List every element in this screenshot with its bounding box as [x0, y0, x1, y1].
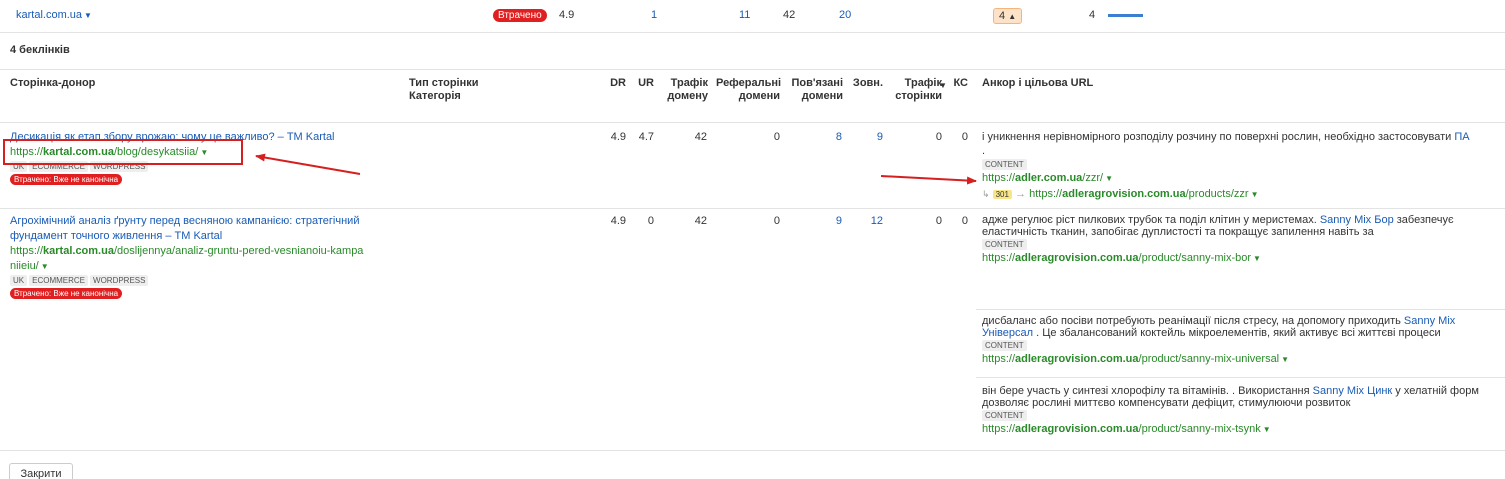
tag-platform: ECOMMERCE	[29, 275, 89, 286]
anchor-text: дисбаланс або посіви потребують реанімац…	[982, 315, 1401, 327]
cell-ext[interactable]: 12	[850, 214, 883, 229]
cell-dr: 4.9	[610, 131, 626, 143]
chevron-down-icon[interactable]: ▼	[1281, 352, 1289, 368]
anchor-divider	[976, 309, 1505, 310]
cell-dr: 4.9	[610, 215, 626, 227]
cell-traffic-domain: 42	[694, 131, 707, 143]
table-header: Сторінка-донор Тип сторінки Категорія DR …	[0, 69, 1505, 123]
cell-kc: 0	[961, 131, 968, 143]
anchor-link[interactable]: Sanny Mix Цинк	[1313, 385, 1393, 397]
anchor-text: у хелатній форм	[1395, 385, 1479, 397]
target-url-link[interactable]: https://adler.com.ua/zzr/▼	[982, 170, 1505, 187]
donor-url-link[interactable]: https://kartal.com.ua/doslijennya/analiz…	[10, 244, 400, 274]
arrow-right-icon: →	[1015, 188, 1027, 200]
sort-desc-icon: ▼	[939, 81, 947, 90]
target-url-link[interactable]: https://adleragrovision.com.ua/product/s…	[982, 351, 1505, 368]
header-traffic-domain[interactable]: Трафік домену	[660, 77, 708, 103]
header-kc[interactable]: КС	[948, 77, 968, 90]
domain-dr: 4.9	[559, 9, 575, 21]
anchor-text-end: .	[982, 145, 986, 157]
cell-linked-domains[interactable]: 9	[790, 214, 842, 229]
anchor-link[interactable]: ПА	[1454, 131, 1469, 143]
cell-traffic-page: 0	[935, 215, 942, 227]
anchor-divider	[976, 377, 1505, 378]
chevron-down-icon[interactable]: ▼	[1251, 188, 1259, 202]
chevron-down-icon[interactable]: ▼	[1105, 171, 1113, 187]
anchor-link[interactable]: Універсал	[982, 327, 1033, 339]
header-anchor: Анкор і цільова URL	[982, 77, 1094, 89]
section-title: 4 беклінків	[10, 44, 70, 56]
header-ref-domains[interactable]: Реферальні домени	[716, 77, 781, 103]
chevron-down-icon[interactable]: ▼	[1253, 251, 1261, 267]
chevron-up-icon: ▲	[1008, 12, 1017, 21]
cell-linked-domains[interactable]: 8	[790, 130, 842, 145]
donor-cell: Агрохімічний аналіз ґрунту перед весняно…	[10, 214, 400, 301]
cell-ur: 4.7	[638, 131, 654, 143]
count-bar	[1108, 14, 1143, 17]
cell-traffic-domain: 42	[694, 215, 707, 227]
anchor-text: і уникнення нерівномірного розподілу роз…	[982, 131, 1452, 143]
tag-cms: WORDPRESS	[90, 275, 149, 286]
header-ur[interactable]: UR	[632, 77, 654, 90]
anchor-text: еластичність тканин, запобігає дуплистос…	[982, 226, 1374, 238]
target-url-link[interactable]: https://adleragrovision.com.ua/product/s…	[982, 250, 1505, 267]
content-tag: CONTENT	[982, 410, 1027, 421]
header-dr[interactable]: DR	[600, 77, 626, 90]
backlink-count-toggle[interactable]: 4 ▲	[993, 8, 1023, 24]
domain-value-1[interactable]: 1	[651, 9, 657, 21]
redirect-url-link[interactable]: https://adleragrovision.com.ua/products/…	[1029, 188, 1258, 200]
lost-status-badge: Втрачено	[493, 9, 547, 22]
anchor-text: забезпечує	[1396, 214, 1454, 226]
redirect-code-badge: 301	[992, 190, 1012, 199]
domain-value-3: 42	[783, 9, 796, 21]
cell-ext[interactable]: 9	[850, 130, 883, 145]
anchor-link[interactable]: Sanny Mix Бор	[1320, 214, 1394, 226]
close-button[interactable]: Закрити	[9, 463, 73, 479]
anchor-text: . Це збалансований коктейль мікроелемент…	[1036, 327, 1441, 339]
chevron-down-icon[interactable]: ▼	[41, 259, 49, 274]
header-linked-domains[interactable]: Пов'язані домени	[790, 77, 843, 103]
cell-ur: 0	[647, 215, 654, 227]
tag-lang: UK	[10, 275, 28, 286]
header-traffic-page[interactable]: Трафік сторінки ▼	[890, 77, 947, 103]
domain-count: 4	[1089, 9, 1096, 21]
lost-reason-badge: Втрачено: Вже не канонічна	[10, 288, 123, 299]
anchor-block: дисбаланс або посіви потребують реанімац…	[982, 315, 1505, 368]
anchor-text: він бере участь у синтезі хлорофілу та в…	[982, 385, 1310, 397]
page-tags: UK ECOMMERCE WORDPRESS	[10, 275, 400, 286]
donor-title-link[interactable]: Агрохімічний аналіз ґрунту перед весняно…	[10, 214, 400, 244]
content-tag: CONTENT	[982, 159, 1027, 170]
annotation-highlight-box	[3, 139, 243, 165]
domain-value-2[interactable]: 11	[739, 9, 750, 21]
cell-ref-domains: 0	[773, 131, 780, 143]
anchor-block: і уникнення нерівномірного розподілу роз…	[982, 130, 1505, 202]
cell-traffic-page: 0	[935, 131, 942, 143]
anchor-text: адже регулює ріст пилкових трубок та под…	[982, 214, 1317, 226]
anchor-block: він бере участь у синтезі хлорофілу та в…	[982, 385, 1505, 438]
cell-ref-domains: 0	[773, 215, 780, 227]
header-ext[interactable]: Зовн.	[850, 77, 883, 90]
chevron-down-icon[interactable]: ▼	[84, 11, 92, 20]
content-tag: CONTENT	[982, 239, 1027, 250]
chevron-down-icon[interactable]: ▼	[1263, 422, 1271, 438]
target-url-link[interactable]: https://adleragrovision.com.ua/product/s…	[982, 421, 1505, 438]
header-donor: Сторінка-донор	[10, 77, 96, 89]
lost-reason-badge: Втрачено: Вже не канонічна	[10, 174, 123, 185]
anchor-link[interactable]: Sanny Mix	[1404, 315, 1455, 327]
cell-kc: 0	[961, 215, 968, 227]
redirect-arrow-icon: ↳	[982, 189, 990, 199]
anchor-block: адже регулює ріст пилкових трубок та под…	[982, 214, 1505, 267]
header-type: Тип сторінки Категорія	[409, 77, 479, 102]
anchor-text: дозволяє рослині миттєво компенсувати де…	[982, 397, 1351, 409]
content-tag: CONTENT	[982, 340, 1027, 351]
table-row: Агрохімічний аналіз ґрунту перед весняно…	[0, 209, 1505, 451]
domain-summary-row: kartal.com.ua ▼ Втрачено 4.9 1 11 42 20 4…	[0, 0, 1505, 33]
table-row: Десикація як етап збору врожаю: чому це …	[0, 123, 1505, 209]
domain-link[interactable]: kartal.com.ua ▼	[16, 9, 92, 21]
domain-value-4[interactable]: 20	[839, 9, 851, 21]
redirect-chain: ↳ 301 → https://adleragrovision.com.ua/p…	[982, 187, 1505, 202]
